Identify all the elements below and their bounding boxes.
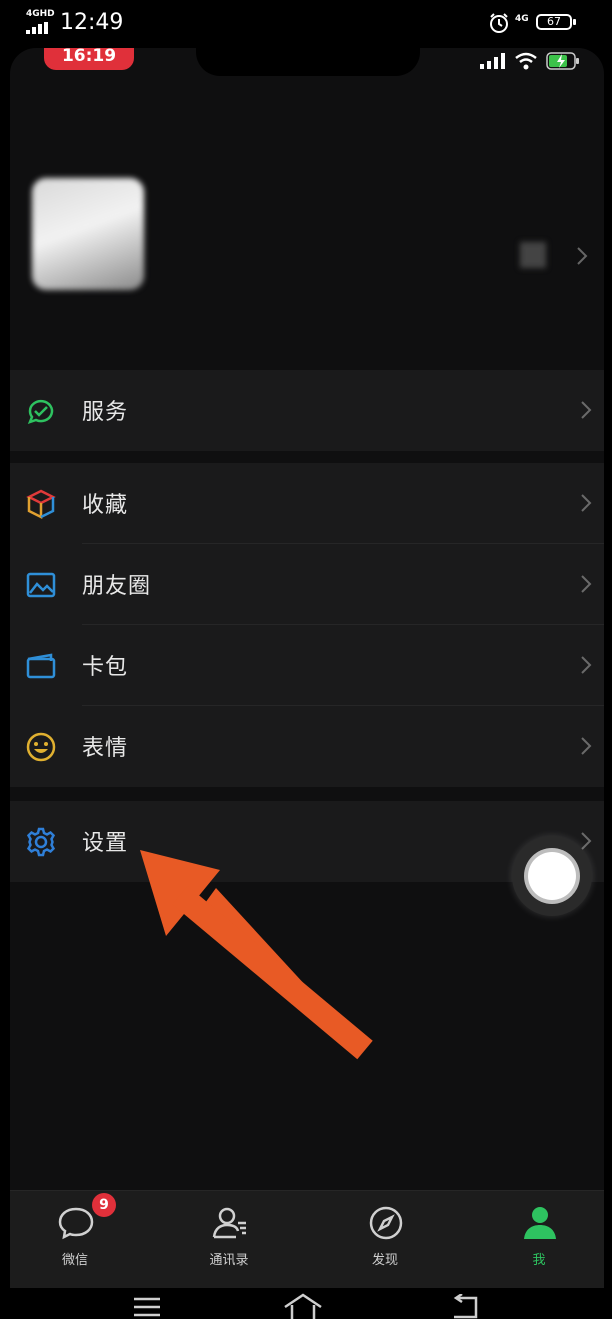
menu-item-favorites[interactable]: 收藏 — [10, 463, 604, 544]
menu-item-moments[interactable]: 朋友圈 — [10, 544, 604, 625]
tab-me[interactable]: 我 — [484, 1191, 594, 1288]
menu-icon[interactable] — [132, 1296, 162, 1318]
menu-item-cards[interactable]: 卡包 — [10, 625, 604, 706]
chat-bubble-icon — [58, 1207, 94, 1240]
gear-icon — [26, 827, 56, 857]
tab-label: 微信 — [61, 1253, 88, 1268]
signal-icon — [26, 22, 48, 34]
menu-group-services: 服务 — [10, 370, 604, 451]
chevron-right-icon — [581, 737, 592, 755]
alarm-icon — [490, 13, 508, 33]
chevron-right-icon — [581, 401, 592, 419]
profile-header[interactable] — [10, 158, 604, 358]
battery-icon: 67 — [536, 14, 572, 30]
battery-charging-icon — [546, 52, 579, 70]
inner-time-pill: 16:19 — [44, 48, 134, 70]
cellular-icon — [480, 53, 505, 69]
chevron-right-icon — [581, 656, 592, 674]
compass-icon — [369, 1206, 403, 1240]
menu-label: 朋友圈 — [82, 574, 152, 599]
device-status-bar: 4GHD 12:49 4G 67 — [0, 0, 612, 48]
assistive-touch-core — [528, 852, 576, 900]
tab-label: 发现 — [371, 1253, 398, 1268]
card-wallet-icon — [26, 653, 56, 679]
menu-label: 卡包 — [82, 655, 129, 680]
contacts-icon — [212, 1207, 246, 1239]
menu-group-main: 收藏 朋友圈 卡包 表情 — [10, 463, 604, 787]
unread-badge: 9 — [92, 1193, 116, 1217]
phone-notch — [196, 48, 420, 76]
menu-label: 表情 — [82, 736, 129, 761]
phone-screen: 16:19 服务 收藏 朋友圈 卡包 表情 设置 9 微信 通讯录 发现 我 — [10, 48, 604, 1288]
home-icon[interactable] — [282, 1292, 324, 1319]
avatar[interactable] — [32, 178, 144, 290]
tab-label: 通讯录 — [209, 1253, 249, 1268]
tab-contacts[interactable]: 通讯录 — [174, 1191, 284, 1288]
menu-label: 收藏 — [82, 493, 129, 518]
annotation-arrow — [140, 850, 373, 1060]
chevron-right-icon — [581, 832, 592, 850]
moments-image-icon — [26, 572, 56, 598]
network-4g-label: 4G — [515, 14, 529, 24]
sticker-smiley-icon — [26, 732, 56, 762]
battery-cap — [573, 19, 576, 25]
services-icon — [27, 399, 54, 425]
inner-status-icons — [480, 52, 580, 70]
device-time: 12:49 — [60, 10, 124, 35]
chevron-right-icon — [581, 494, 592, 512]
person-icon — [524, 1207, 556, 1239]
network-type: 4GHD — [26, 9, 55, 19]
assistive-touch-button[interactable] — [512, 836, 592, 916]
chevron-right-icon — [577, 247, 588, 265]
tab-discover[interactable]: 发现 — [330, 1191, 440, 1288]
bottom-tab-bar: 9 微信 通讯录 发现 我 — [10, 1190, 604, 1288]
menu-label: 服务 — [82, 400, 129, 425]
qr-code-icon[interactable] — [520, 242, 546, 268]
favorites-cube-icon — [26, 489, 56, 520]
tab-label: 我 — [532, 1253, 546, 1268]
chevron-right-icon — [581, 575, 592, 593]
wifi-icon — [515, 52, 537, 70]
back-icon[interactable] — [448, 1294, 482, 1319]
system-nav-bar — [0, 1288, 612, 1319]
menu-item-stickers[interactable]: 表情 — [10, 706, 604, 787]
menu-item-services[interactable]: 服务 — [10, 370, 604, 451]
tab-chats[interactable]: 9 微信 — [20, 1191, 130, 1288]
